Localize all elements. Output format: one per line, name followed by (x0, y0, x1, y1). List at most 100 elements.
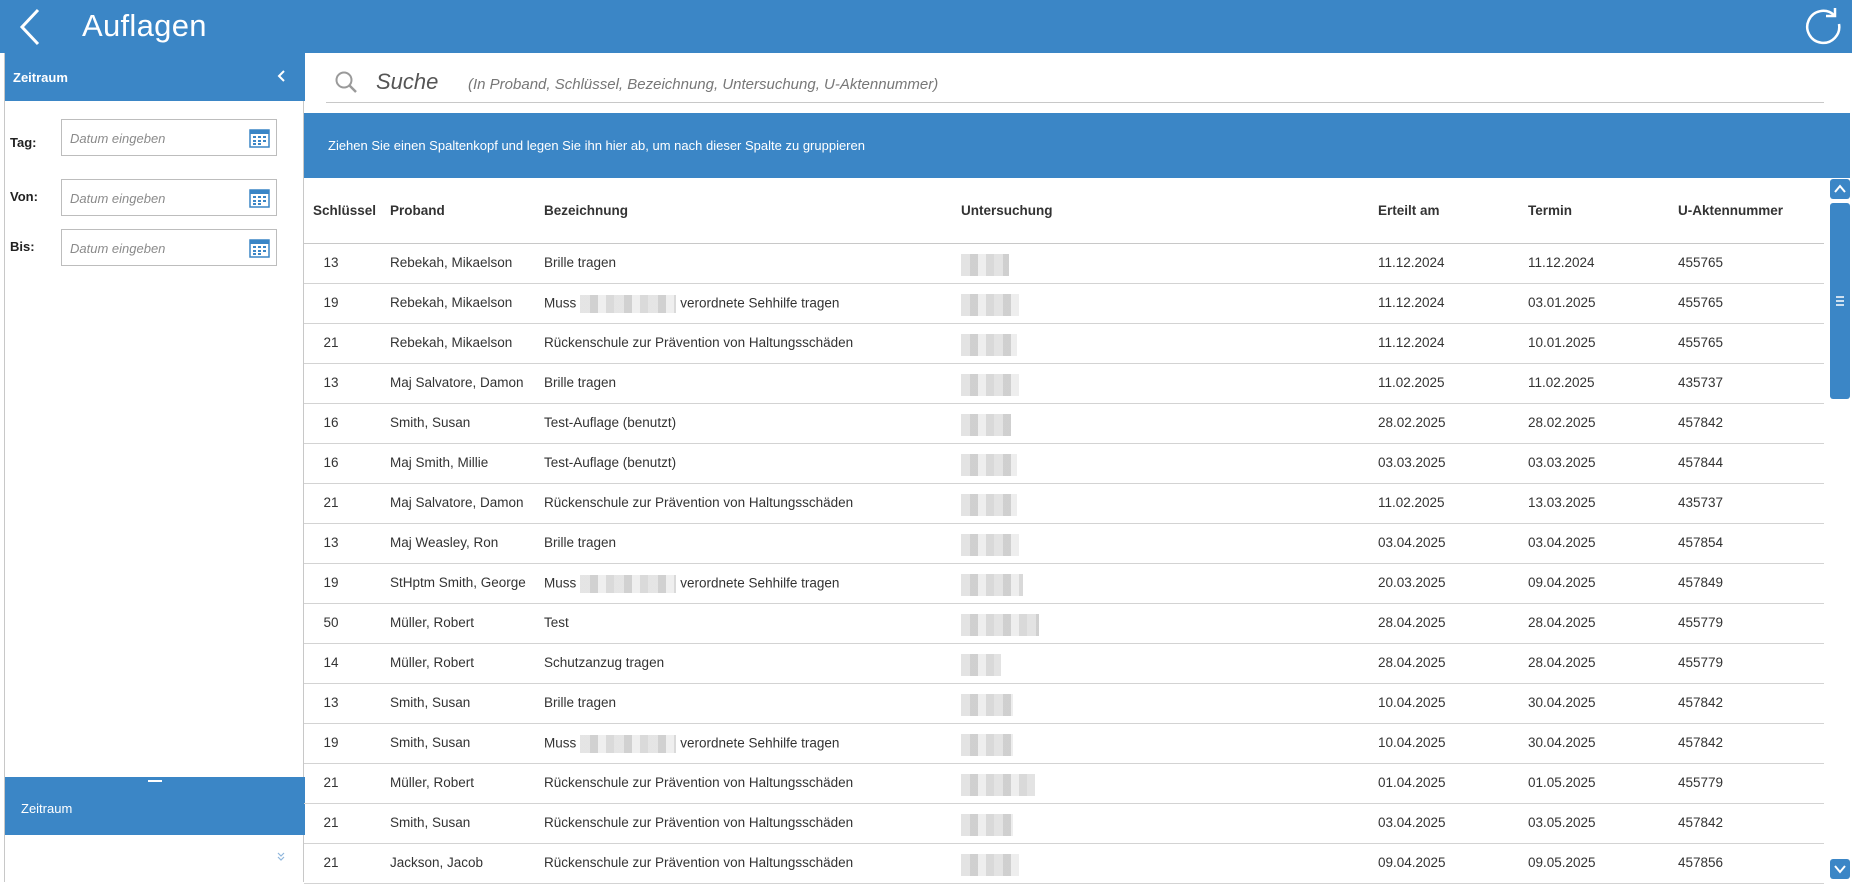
cell-bezeichnung: Muss verordnete Sehhilfe tragen (544, 575, 839, 593)
table-row[interactable]: 21 Maj Salvatore, Damon Rückenschule zur P… (304, 484, 1824, 524)
cell-bezeichnung: Test (544, 615, 569, 630)
cell-untersuchung-redacted (961, 854, 1019, 876)
cell-bezeichnung: Rückenschule zur Prävention von Haltungs… (544, 775, 854, 790)
cell-proband: Smith, Susan (390, 415, 471, 430)
cell-erteilt-am: 20.03.2025 (1378, 575, 1446, 590)
cell-termin: 01.05.2025 (1528, 775, 1596, 790)
von-date-input[interactable] (70, 188, 240, 208)
cell-u-aktennummer: 455779 (1678, 655, 1724, 670)
table-row[interactable]: 16 Smith, Susan Test-Auflage (benutzt) 28.0… (304, 404, 1824, 444)
redacted-text (580, 295, 677, 313)
panel-drag-handle[interactable] (148, 780, 162, 782)
redacted-text (580, 575, 677, 593)
table-row[interactable]: 50 Müller, Robert Test 28.04.2025 28.04.2025… (304, 604, 1824, 644)
column-header-termin[interactable]: Termin (1528, 203, 1572, 218)
cell-u-aktennummer: 455765 (1678, 335, 1724, 350)
vertical-scrollbar[interactable] (1828, 179, 1852, 882)
bis-date-input[interactable] (70, 238, 240, 258)
cell-untersuchung-redacted (961, 534, 1019, 556)
cell-termin: 10.01.2025 (1528, 335, 1596, 350)
chevron-down-icon (1834, 865, 1846, 874)
zeitraum-bottom-panel[interactable]: Zeitraum (5, 777, 305, 835)
bezeichnung-suffix: verordnete Sehhilfe tragen (680, 575, 840, 591)
table-row[interactable]: 14 Müller, Robert Schutzanzug tragen 28.04.… (304, 644, 1824, 684)
back-button[interactable] (14, 7, 48, 47)
cell-proband: Rebekah, Mikaelson (390, 255, 513, 270)
table-row[interactable]: 21 Jackson, Jacob Rückenschule zur Prävent… (304, 844, 1824, 884)
sidebar-header-label: Zeitraum (13, 70, 68, 85)
sidebar: Zeitraum Tag: Von: Bis: (4, 53, 305, 882)
title-bar: Auflagen (0, 0, 1852, 53)
back-arrow-icon (19, 8, 40, 46)
cell-schluessel: 21 (323, 335, 339, 350)
cell-schluessel: 13 (323, 255, 339, 270)
cell-erteilt-am: 11.12.2024 (1378, 335, 1445, 350)
cell-termin: 03.03.2025 (1528, 455, 1596, 470)
cell-untersuchung-redacted (961, 654, 1001, 676)
cell-termin: 30.04.2025 (1528, 695, 1596, 710)
chevron-up-icon (1834, 184, 1846, 193)
column-header-erteilt-am[interactable]: Erteilt am (1378, 203, 1440, 218)
cell-u-aktennummer: 435737 (1678, 495, 1724, 510)
calendar-icon[interactable] (249, 128, 270, 148)
scroll-up-button[interactable] (1830, 179, 1850, 199)
tag-date-input[interactable] (70, 128, 240, 148)
cell-erteilt-am: 03.04.2025 (1378, 815, 1446, 830)
von-label: Von: (10, 189, 38, 204)
table-row[interactable]: 21 Smith, Susan Rückenschule zur Präventio… (304, 804, 1824, 844)
table-row[interactable]: 19 Rebekah, Mikaelson Muss verordnete Sehhi… (304, 284, 1824, 324)
cell-u-aktennummer: 455765 (1678, 255, 1724, 270)
cell-untersuchung-redacted (961, 454, 1017, 476)
cell-proband: Maj Weasley, Ron (390, 535, 499, 550)
bezeichnung-prefix: Muss (544, 735, 577, 751)
table-row[interactable]: 13 Smith, Susan Brille tragen 10.04.2025 30.… (304, 684, 1824, 724)
table-row[interactable]: 19 Smith, Susan Muss verordnete Sehhilfe tr… (304, 724, 1824, 764)
column-header-bezeichnung[interactable]: Bezeichnung (544, 203, 628, 218)
table-row[interactable]: 19 StHptm Smith, George Muss verordnete Seh… (304, 564, 1824, 604)
refresh-button[interactable] (1804, 7, 1844, 47)
cell-erteilt-am: 28.04.2025 (1378, 615, 1446, 630)
column-header-proband[interactable]: Proband (390, 203, 445, 218)
table-row[interactable]: 21 Rebekah, Mikaelson Rückenschule zur Prä… (304, 324, 1824, 364)
table-row[interactable]: 16 Maj Smith, Millie Test-Auflage (benutzt… (304, 444, 1824, 484)
cell-u-aktennummer: 457844 (1678, 455, 1724, 470)
cell-termin: 30.04.2025 (1528, 735, 1596, 750)
double-chevron-down-icon[interactable] (275, 850, 287, 862)
cell-bezeichnung: Brille tragen (544, 695, 617, 710)
bis-label: Bis: (10, 239, 35, 254)
column-header-u-aktennummer[interactable]: U-Aktennummer (1678, 203, 1783, 218)
bezeichnung-prefix: Muss (544, 575, 577, 591)
column-header-schluessel[interactable]: Schlüssel (313, 203, 376, 218)
cell-bezeichnung: Test-Auflage (benutzt) (544, 455, 677, 470)
cell-termin: 09.05.2025 (1528, 855, 1596, 870)
table-row[interactable]: 13 Rebekah, Mikaelson Brille tragen 11.12.2… (304, 244, 1824, 284)
calendar-icon[interactable] (249, 238, 270, 258)
search-bar[interactable]: Suche (In Proband, Schlüssel, Bezeichnun… (326, 59, 1824, 103)
cell-u-aktennummer: 457854 (1678, 535, 1724, 550)
scroll-thumb[interactable] (1830, 203, 1850, 399)
cell-proband: Maj Smith, Millie (390, 455, 489, 470)
calendar-icon[interactable] (249, 188, 270, 208)
tag-date-field[interactable] (61, 119, 277, 156)
scroll-down-button[interactable] (1830, 859, 1850, 879)
table-row[interactable]: 13 Maj Weasley, Ron Brille tragen 03.04.202… (304, 524, 1824, 564)
chevron-left-icon[interactable] (275, 67, 287, 85)
cell-proband: Maj Salvatore, Damon (390, 375, 524, 390)
von-date-field[interactable] (61, 179, 277, 216)
group-drop-area[interactable]: Ziehen Sie einen Spaltenkopf und legen S… (304, 113, 1850, 178)
cell-proband: Müller, Robert (390, 615, 475, 630)
cell-proband: Müller, Robert (390, 655, 475, 670)
cell-u-aktennummer: 455765 (1678, 295, 1724, 310)
cell-untersuchung-redacted (961, 254, 1009, 276)
cell-erteilt-am: 28.02.2025 (1378, 415, 1446, 430)
column-header-untersuchung[interactable]: Untersuchung (961, 203, 1053, 218)
cell-schluessel: 13 (323, 535, 339, 550)
bis-date-field[interactable] (61, 229, 277, 266)
table-row[interactable]: 21 Müller, Robert Rückenschule zur Prävent… (304, 764, 1824, 804)
cell-u-aktennummer: 457842 (1678, 735, 1724, 750)
data-grid: Schlüssel Proband Bezeichnung Untersuchu… (304, 178, 1824, 884)
cell-termin: 03.05.2025 (1528, 815, 1596, 830)
table-row[interactable]: 13 Maj Salvatore, Damon Brille tragen 11.02… (304, 364, 1824, 404)
cell-schluessel: 16 (323, 415, 339, 430)
cell-schluessel: 13 (323, 695, 339, 710)
